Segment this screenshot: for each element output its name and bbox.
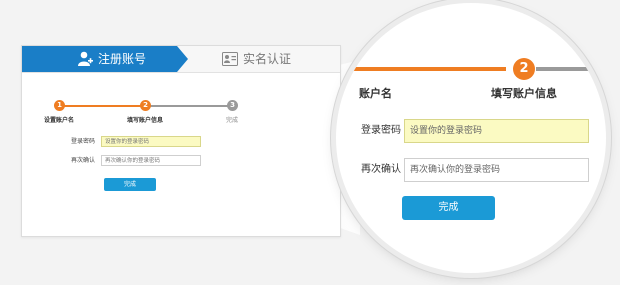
confirm-password-input[interactable]: 再次确认你的登录密码 [101, 155, 201, 166]
step-1-marker: 1 [54, 100, 65, 111]
tab-register[interactable]: 注册账号 [22, 46, 188, 72]
zoom-step-connector-done [336, 67, 506, 71]
password-input[interactable]: 设置你的登录密码 [101, 136, 201, 147]
step-2-marker: 2 [140, 100, 151, 111]
step-connector-pending [150, 105, 232, 107]
step-3-label: 完成 [226, 117, 239, 124]
zoom-password-label: 登录密码 [361, 125, 401, 136]
password-label: 登录密码 [70, 138, 95, 145]
zoom-confirm-password-input[interactable]: 再次确认你的登录密码 [404, 158, 589, 182]
submit-button[interactable]: 完成 [104, 178, 156, 191]
confirm-password-label: 再次确认 [70, 157, 95, 164]
tab-register-label: 注册账号 [98, 52, 147, 66]
zoom-confirm-password-label: 再次确认 [361, 164, 401, 175]
step-connector-done [64, 105, 150, 107]
tab-verify[interactable]: 实名认证 [222, 46, 340, 72]
step-3-marker: 3 [227, 100, 238, 111]
zoom-step-2-marker: 2 [513, 58, 535, 80]
zoom-submit-button[interactable]: 完成 [402, 196, 495, 220]
zoom-password-input[interactable]: 设置你的登录密码 [404, 119, 589, 143]
tab-bar: 注册账号 实名认证 [22, 46, 340, 73]
id-card-icon [222, 52, 238, 66]
zoom-step-connector-pending [536, 67, 606, 71]
magnifier-lens: 2 账户名 填写账户信息 登录密码 设置你的登录密码 再次确认 再次确认你的登录… [336, 3, 606, 273]
tab-verify-label: 实名认证 [243, 52, 292, 66]
zoom-step-2-label: 填写账户信息 [491, 87, 557, 100]
add-user-icon [78, 51, 93, 66]
zoom-step-1-label: 账户名 [359, 87, 392, 100]
step-1-label: 设置账户名 [44, 117, 75, 124]
registration-card: 注册账号 实名认证 1 2 3 设置账户名 填写账户信息 完成 登录密码 设置你… [21, 45, 341, 237]
step-2-label: 填写账户信息 [127, 117, 164, 124]
